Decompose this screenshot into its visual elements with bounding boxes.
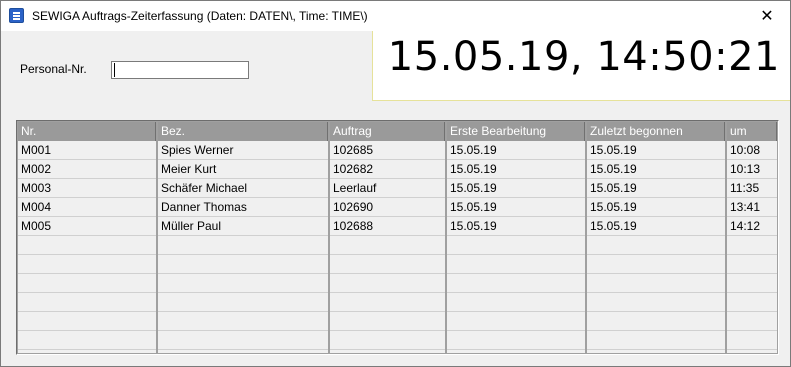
column-zuletzt-begonnen: Zuletzt begonnen 15.05.19 15.05.19 15.05.19… [587,122,725,353]
table-cell[interactable]: M005 [18,217,156,236]
title-bar[interactable]: SEWIGA Auftrags-Zeiterfassung (Daten: DA… [1,1,790,31]
table-cell[interactable] [447,274,585,293]
employee-table[interactable]: Nr. M001 M002 M003 M004 M005 Bez. Spies Werner M… [16,120,779,355]
table-cell[interactable]: 15.05.19 [447,141,585,160]
table-cell[interactable] [447,331,585,350]
personal-nr-input[interactable] [111,61,249,79]
app-window: SEWIGA Auftrags-Zeiterfassung (Daten: DA… [0,0,791,367]
table-cell[interactable] [158,274,328,293]
table-cell[interactable] [447,236,585,255]
text-caret [114,63,115,77]
table-cell[interactable] [727,293,777,312]
table-cell[interactable] [447,255,585,274]
column-header-bez[interactable]: Bez. [158,122,328,141]
table-cell[interactable] [18,236,156,255]
table-cell[interactable] [727,331,777,350]
table-cell[interactable] [330,312,445,331]
table-cell[interactable]: 10:13 [727,160,777,179]
clock-display: 15.05.19, 14:50:21 [387,34,780,80]
table-cell[interactable]: M003 [18,179,156,198]
column-header-um[interactable]: um [727,122,777,141]
table-cell[interactable] [587,312,725,331]
table-cell[interactable]: 102688 [330,217,445,236]
table-cell[interactable]: 13:41 [727,198,777,217]
column-header-auftrag[interactable]: Auftrag [330,122,445,141]
column-header-zuletzt-begonnen[interactable]: Zuletzt begonnen [587,122,725,141]
table-cell[interactable] [18,274,156,293]
table-cell[interactable]: Danner Thomas [158,198,328,217]
table-cell[interactable] [330,331,445,350]
table-cell[interactable]: 15.05.19 [447,198,585,217]
window-title: SEWIGA Auftrags-Zeiterfassung (Daten: DA… [32,9,368,23]
column-nr: Nr. M001 M002 M003 M004 M005 [18,122,156,353]
table-cell[interactable]: 10:08 [727,141,777,160]
table-cell[interactable] [158,236,328,255]
table-cell[interactable]: M004 [18,198,156,217]
table-cell[interactable]: 15.05.19 [587,160,725,179]
table-cell[interactable]: 15.05.19 [447,179,585,198]
table-cell[interactable]: Meier Kurt [158,160,328,179]
table-cell[interactable] [158,312,328,331]
table-cell[interactable] [18,255,156,274]
table-cell[interactable] [18,293,156,312]
close-icon: ✕ [760,8,774,25]
table-cell[interactable]: 15.05.19 [587,179,725,198]
table-cell[interactable]: 15.05.19 [587,198,725,217]
table-cell[interactable] [158,255,328,274]
table-cell[interactable] [158,331,328,350]
table-cell[interactable] [330,255,445,274]
table-cell[interactable] [587,255,725,274]
table-cell[interactable] [587,331,725,350]
table-cell[interactable]: 102682 [330,160,445,179]
table-cell[interactable]: Müller Paul [158,217,328,236]
table-cell[interactable]: M001 [18,141,156,160]
table-cell[interactable] [727,274,777,293]
table-cell[interactable] [447,312,585,331]
table-cell[interactable] [727,312,777,331]
table-cell[interactable]: 14:12 [727,217,777,236]
column-auftrag: Auftrag 102685 102682 Leerlauf 102690 102688 [330,122,445,353]
personal-nr-label: Personal-Nr. [20,62,87,76]
table-cell[interactable] [18,331,156,350]
column-header-erste-bearbeitung[interactable]: Erste Bearbeitung [447,122,585,141]
table-cell[interactable] [587,274,725,293]
column-erste-bearbeitung: Erste Bearbeitung 15.05.19 15.05.19 15.05.1… [447,122,585,353]
table-cell[interactable]: 102685 [330,141,445,160]
close-button[interactable]: ✕ [744,1,790,31]
column-bez: Bez. Spies Werner Meier Kurt Schäfer Michae… [158,122,328,353]
table-cell[interactable]: 15.05.19 [447,217,585,236]
column-header-nr[interactable]: Nr. [18,122,156,141]
table-cell[interactable]: Leerlauf [330,179,445,198]
table-cell[interactable]: 15.05.19 [587,141,725,160]
table-cell[interactable]: Schäfer Michael [158,179,328,198]
table-cell[interactable] [727,236,777,255]
clock-panel: 15.05.19, 14:50:21 [372,31,790,101]
table-cell[interactable] [587,236,725,255]
table-cell[interactable] [587,293,725,312]
table-cell[interactable] [330,274,445,293]
table-cell[interactable] [447,293,585,312]
table-cell[interactable]: M002 [18,160,156,179]
table-cell[interactable] [158,293,328,312]
table-cell[interactable]: 15.05.19 [447,160,585,179]
table-cell[interactable]: 11:35 [727,179,777,198]
table-cell[interactable] [18,312,156,331]
table-cell[interactable]: 15.05.19 [587,217,725,236]
table-cell[interactable] [330,293,445,312]
table-cell[interactable]: Spies Werner [158,141,328,160]
table-cell[interactable]: 102690 [330,198,445,217]
column-um: um 10:08 10:13 11:35 13:41 14:12 [727,122,777,353]
table-cell[interactable] [330,236,445,255]
table-cell[interactable] [727,255,777,274]
app-icon[interactable] [9,8,24,23]
